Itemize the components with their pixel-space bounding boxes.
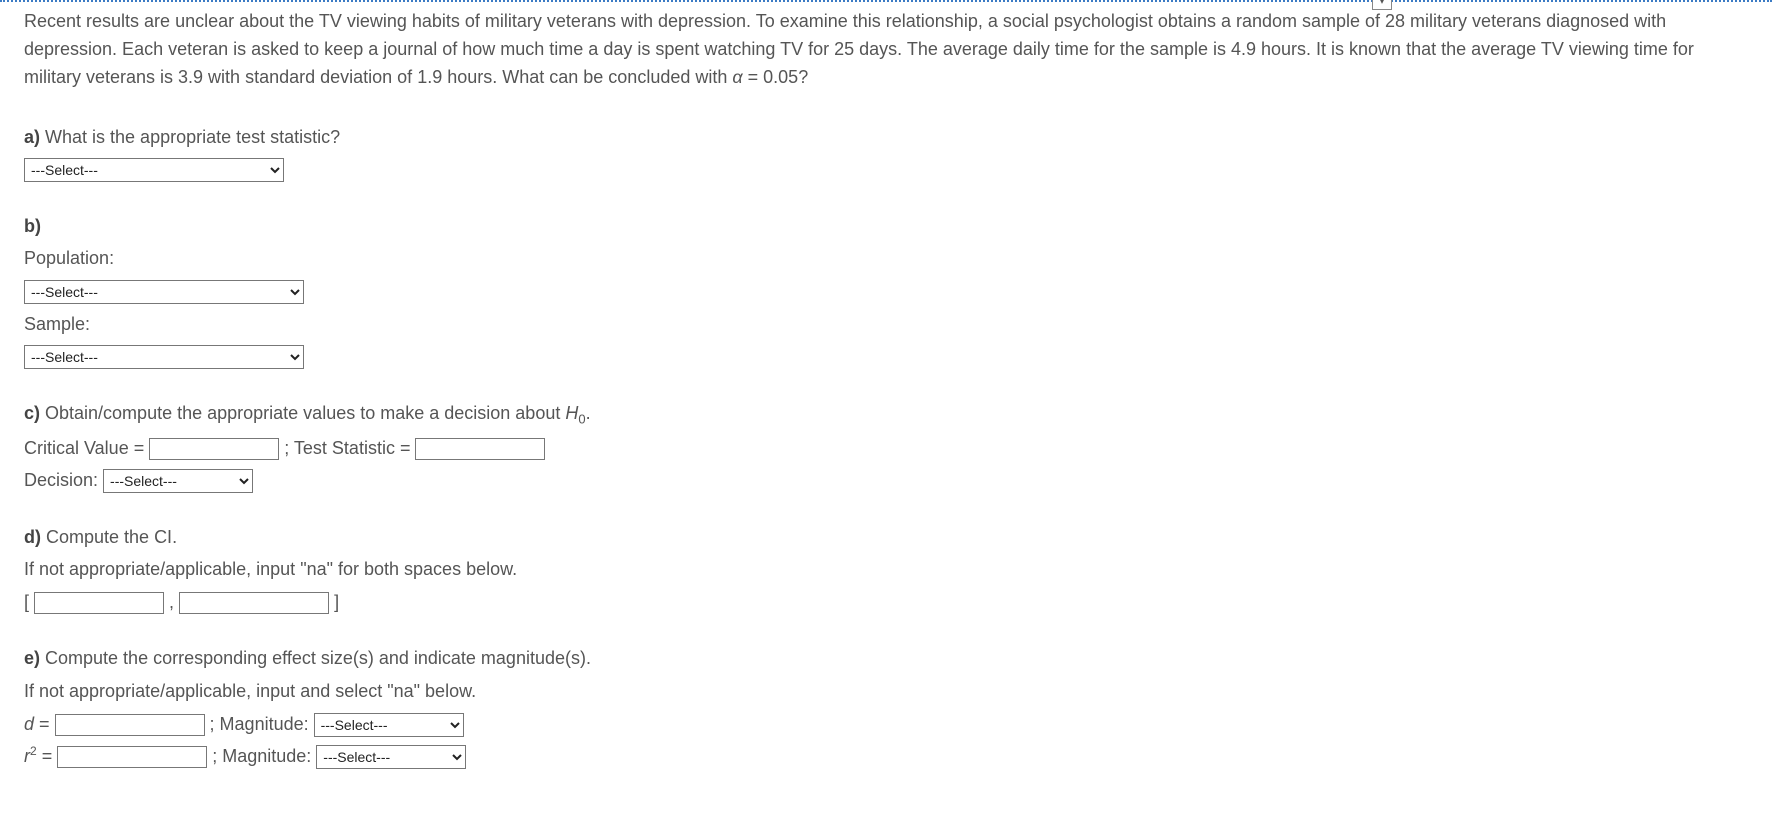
problem-statement: Recent results are unclear about the TV …	[24, 8, 1748, 92]
d-ci-upper-input[interactable]	[179, 592, 329, 614]
d-note: If not appropriate/applicable, input "na…	[24, 554, 1748, 585]
section-c: c) Obtain/compute the appropriate values…	[24, 398, 1748, 496]
section-e: e) Compute the corresponding effect size…	[24, 643, 1748, 771]
d-bracket-open: [	[24, 592, 34, 612]
a-question: What is the appropriate test statistic?	[40, 127, 340, 147]
e-d-input[interactable]	[55, 714, 205, 736]
e-r2-eq: =	[37, 746, 58, 766]
c-question: Obtain/compute the appropriate values to…	[40, 403, 565, 423]
c-test-statistic-input[interactable]	[415, 438, 545, 460]
a-test-statistic-select[interactable]: ---Select---	[24, 158, 284, 182]
a-label: a)	[24, 127, 40, 147]
e-d-mag-label: ; Magnitude:	[210, 714, 314, 734]
d-bracket-close: ]	[334, 592, 339, 612]
d-comma: ,	[169, 592, 179, 612]
b-population-select[interactable]: ---Select---	[24, 280, 304, 304]
e-question: Compute the corresponding effect size(s)…	[40, 648, 591, 668]
c-h0-sub: 0	[578, 411, 585, 426]
top-dropdown-icon[interactable]: ▾	[1372, 0, 1392, 10]
section-b: b) Population: ---Select--- Sample: ---S…	[24, 211, 1748, 372]
c-decision-select[interactable]: ---Select---	[103, 469, 253, 493]
e-label: e)	[24, 648, 40, 668]
c-sep1: ; Test Statistic =	[284, 438, 415, 458]
e-d-letter: d	[24, 714, 34, 734]
question-container: ▾ Recent results are unclear about the T…	[0, 0, 1772, 792]
b-sample-select[interactable]: ---Select---	[24, 345, 304, 369]
c-critical-value-input[interactable]	[149, 438, 279, 460]
e-r2-mag-label: ; Magnitude:	[212, 746, 316, 766]
e-r2-sup: 2	[30, 744, 37, 758]
d-question: Compute the CI.	[41, 527, 177, 547]
c-h0-period: .	[586, 403, 591, 423]
c-decision-label: Decision:	[24, 470, 103, 490]
problem-text-prefix: Recent results are unclear about the TV …	[24, 11, 1694, 87]
b-population-label: Population:	[24, 243, 1748, 274]
problem-text-suffix: = 0.05?	[743, 67, 809, 87]
e-r2-input[interactable]	[57, 746, 207, 768]
e-d-magnitude-select[interactable]: ---Select---	[314, 713, 464, 737]
c-h0-h: H	[565, 403, 578, 423]
b-label: b)	[24, 216, 41, 236]
e-note: If not appropriate/applicable, input and…	[24, 676, 1748, 707]
d-ci-lower-input[interactable]	[34, 592, 164, 614]
b-sample-label: Sample:	[24, 309, 1748, 340]
section-d: d) Compute the CI. If not appropriate/ap…	[24, 522, 1748, 618]
d-label: d)	[24, 527, 41, 547]
e-r2-magnitude-select[interactable]: ---Select---	[316, 745, 466, 769]
section-a: a) What is the appropriate test statisti…	[24, 122, 1748, 185]
c-critical-label: Critical Value =	[24, 438, 149, 458]
alpha-symbol: α	[732, 67, 742, 87]
e-d-eq: =	[34, 714, 55, 734]
c-label: c)	[24, 403, 40, 423]
